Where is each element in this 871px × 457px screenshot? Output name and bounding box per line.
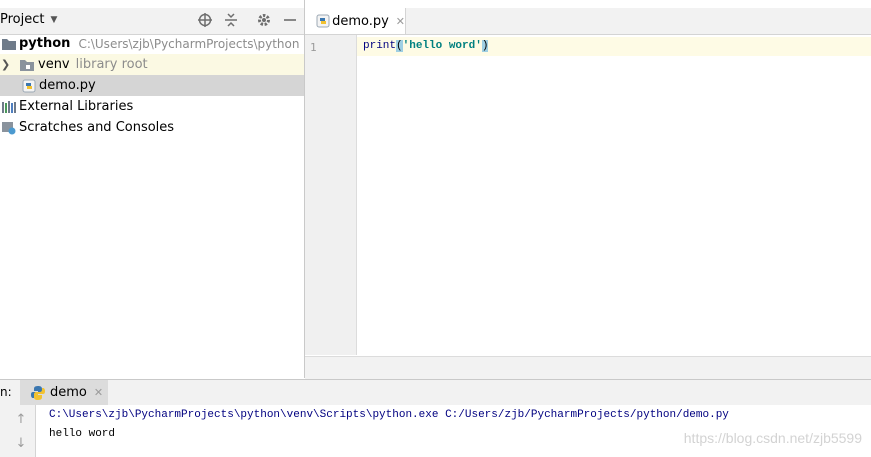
tree-item-label: venv (38, 57, 70, 72)
tree-item-venv[interactable]: ❯ venv library root (0, 54, 304, 75)
project-panel-header: Project ▼ (0, 8, 304, 35)
code-string: 'hello word' (402, 40, 482, 52)
watermark: https://blog.csdn.net/zjb5599 (683, 430, 862, 446)
run-tab-demo[interactable]: demo ✕ (20, 380, 108, 405)
code-function: print (363, 40, 397, 52)
close-icon[interactable]: ✕ (396, 15, 405, 28)
line-number: 1 (310, 41, 317, 54)
code-line: print('hello word') (363, 40, 489, 52)
code-paren-close: ) (481, 40, 489, 52)
tree-item-label: demo.py (39, 78, 96, 93)
scratches-icon (1, 120, 17, 136)
rerun-down-icon[interactable]: ↓ (13, 435, 29, 451)
project-view-selector[interactable]: Project ▼ (0, 12, 57, 27)
tree-item-demo-py[interactable]: demo.py (0, 75, 304, 96)
console-command-line: C:\Users\zjb\PycharmProjects\python\venv… (49, 409, 729, 421)
code-editor[interactable]: print('hello word') (357, 35, 871, 355)
close-icon[interactable]: ✕ (94, 386, 103, 399)
collapse-icon[interactable] (222, 11, 240, 29)
run-panel-label: n: (0, 385, 12, 399)
tree-item-label: External Libraries (19, 99, 134, 114)
tree-item-python-root[interactable]: python C:\Users\zjb\PycharmProjects\pyth… (0, 33, 304, 54)
rerun-up-icon[interactable]: ↑ (13, 411, 29, 427)
project-panel: Project ▼ python C:\Users\zjb\PycharmPro… (0, 0, 305, 378)
editor-bottom-bar (305, 356, 871, 379)
project-title: Project (0, 12, 45, 27)
tree-item-external-libraries[interactable]: External Libraries (0, 96, 304, 117)
python-icon (30, 385, 46, 401)
minimize-icon[interactable] (281, 11, 299, 29)
locate-icon[interactable] (196, 11, 214, 29)
tab-demo-py[interactable]: demo.py ✕ (305, 8, 406, 34)
chevron-right-icon[interactable]: ❯ (1, 58, 19, 71)
folder-icon (19, 57, 35, 73)
console-output-line: hello word (49, 428, 116, 440)
tree-item-note: library root (75, 57, 148, 72)
code-paren-open: ( (396, 40, 403, 52)
editor-tab-bar: demo.py ✕ (305, 8, 871, 35)
libraries-icon (1, 99, 17, 115)
folder-icon (1, 36, 17, 52)
gear-icon[interactable] (255, 11, 273, 29)
python-file-icon (21, 78, 37, 94)
tree-item-label: python (19, 36, 71, 51)
run-tab-label: demo (50, 385, 87, 400)
python-file-icon (315, 13, 330, 29)
tab-label: demo.py (332, 13, 389, 29)
run-panel-header: n: demo ✕ (0, 379, 871, 406)
tree-item-scratches[interactable]: Scratches and Consoles (0, 117, 304, 138)
line-number-gutter: 1 (305, 35, 357, 355)
run-toolbar: ↑ ↓ (0, 405, 36, 457)
tree-item-path: C:\Users\zjb\PycharmProjects\python (78, 36, 300, 51)
chevron-down-icon: ▼ (50, 14, 58, 25)
tree-item-label: Scratches and Consoles (19, 120, 175, 135)
